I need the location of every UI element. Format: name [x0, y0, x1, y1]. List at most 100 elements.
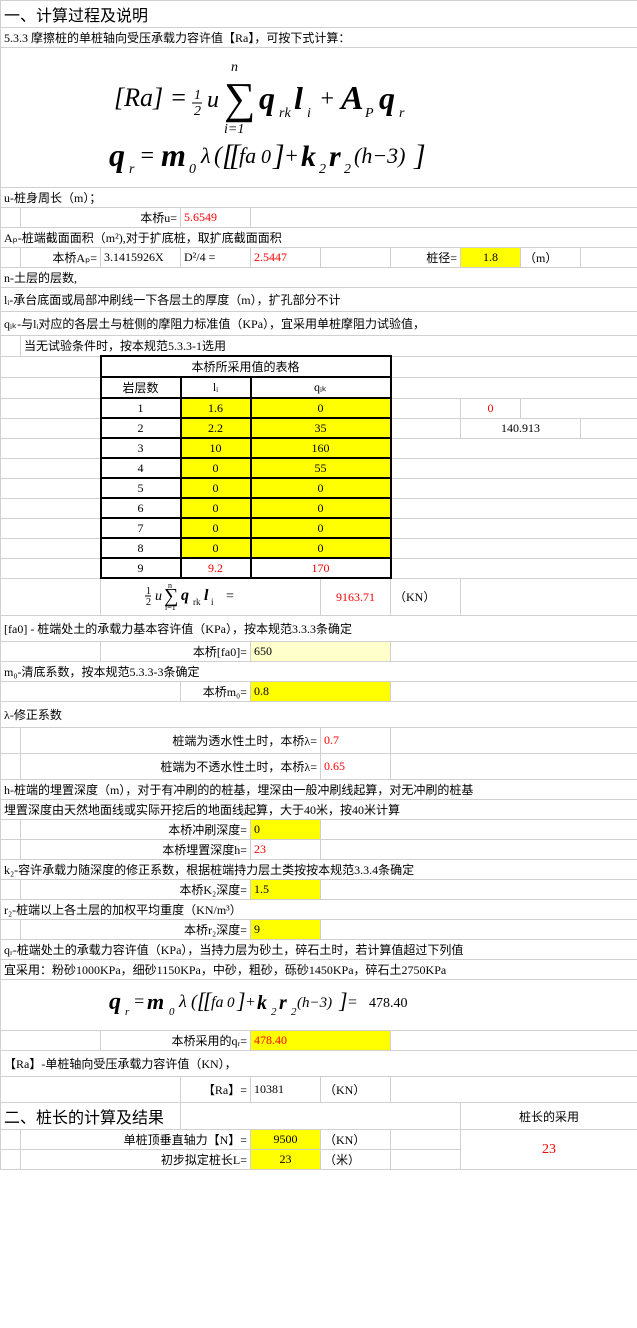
diameter-label: 桩径= — [391, 248, 461, 268]
svg-text:2: 2 — [194, 104, 201, 119]
table-row: 4 — [101, 458, 181, 478]
r2-label: 本桥r₂深度= — [21, 920, 251, 940]
k2-value[interactable]: 1.5 — [251, 880, 321, 900]
qik-definition: qᵢₖ-与lᵢ对应的各层土与桩侧的摩阻力标准值（KPa），宜采用单桩摩阻力试验值… — [1, 312, 637, 336]
n-force-unit: （KN） — [321, 1130, 391, 1150]
depth-label: 本桥埋置深度h= — [21, 840, 251, 860]
ap-formula2: D²/4 = — [181, 248, 251, 268]
svg-text:i=1: i=1 — [224, 122, 244, 137]
qr-definition-2: 宜采用：粉砂1000KPa，细砂1150KPa，中砂，粗砂，砾砂1450KPa，… — [1, 960, 637, 980]
qr-definition-1: qᵣ-桩端处土的承载力容许值（KPa），当持力层为砂土，碎石土时，若计算值超过下… — [1, 940, 637, 960]
qr-used-label: 本桥采用的qᵣ= — [101, 1031, 251, 1051]
diameter-unit: （m） — [521, 248, 581, 268]
u-definition: u-桩身周长（m）； — [1, 188, 637, 208]
svg-text:q: q — [181, 587, 189, 604]
svg-text:2: 2 — [319, 162, 326, 177]
fa0-label: 本桥[fa0]= — [101, 642, 251, 662]
scour-label: 本桥冲刷深度= — [21, 820, 251, 840]
col-rock: 岩层数 — [101, 377, 181, 398]
svg-text:1: 1 — [146, 586, 151, 597]
svg-text:λ: λ — [200, 143, 211, 168]
table-row: 7 — [101, 518, 181, 538]
svg-text:u: u — [207, 87, 219, 113]
u-label: 本桥u= — [21, 208, 181, 228]
lambda-definition: λ-修正系数 — [1, 702, 637, 728]
svg-text:r: r — [129, 162, 135, 177]
table-row: 3 — [101, 438, 181, 458]
ra-label: 【Ra】= — [181, 1077, 251, 1103]
svg-text:r: r — [329, 140, 341, 173]
svg-text:0: 0 — [227, 995, 235, 1011]
qr-used-value[interactable]: 478.40 — [251, 1031, 391, 1051]
final-len-value[interactable]: 23 — [251, 1150, 321, 1170]
svg-text:r: r — [279, 992, 287, 1014]
svg-text:1: 1 — [194, 88, 201, 103]
svg-text:∑: ∑ — [224, 74, 255, 123]
svg-text:+: + — [284, 143, 299, 168]
svg-text:=: = — [139, 143, 155, 169]
n-force-label: 单桩顶垂直轴力【N】= — [21, 1130, 251, 1150]
svg-text:i: i — [307, 106, 311, 121]
r2-value[interactable]: 9 — [251, 920, 321, 940]
ra-definition: 【Ra】-单桩轴向受压承载力容许值（KN）， — [1, 1051, 637, 1077]
svg-text:=: = — [347, 994, 358, 1011]
ap-definition: Aₚ-桩端截面面积（m²),对于扩底桩，取扩底截面面积 — [1, 228, 637, 248]
final-len-label: 初步拟定桩长L= — [21, 1150, 251, 1170]
svg-text:[Ra] =: [Ra] = — [114, 83, 187, 112]
svg-text:i=1: i=1 — [165, 603, 176, 610]
formula-main: [Ra] = 12 u ∑ n i=1 q rk l i + A P q r q… — [1, 48, 637, 188]
svg-text:0: 0 — [261, 146, 271, 168]
svg-text:=: = — [133, 991, 145, 1011]
k2-label: 本桥K₂深度= — [21, 880, 251, 900]
svg-text:]: ] — [272, 139, 285, 172]
side-val-2: 140.913 — [461, 418, 581, 438]
u-value: 5.6549 — [181, 208, 251, 228]
k2-definition: k₂-容许承载力随深度的修正系数，根据桩端持力层土类按按本规范3.3.4条确定 — [1, 860, 637, 880]
n-force-value[interactable]: 9500 — [251, 1130, 321, 1150]
rule-text: 5.3.3 摩擦桩的单桩轴向受压承载力容许值【Ra】，可按下式计算： — [1, 28, 637, 48]
diameter-value[interactable]: 1.8 — [461, 248, 521, 268]
lambda-imperm-label: 桩端为不透水性土时，本桥λ= — [21, 754, 321, 780]
svg-text:fa: fa — [239, 143, 256, 168]
col-qik: qᵢₖ — [251, 377, 391, 398]
h-definition-2: 埋置深度由天然地面线或实际开挖后的地面线起算，大于40米，按40米计算 — [1, 800, 637, 820]
section1-title: 一、计算过程及说明 — [1, 1, 637, 28]
svg-text:q: q — [259, 80, 275, 116]
svg-text:rk: rk — [279, 106, 291, 121]
svg-text:q: q — [109, 989, 121, 1015]
svg-text:rk: rk — [193, 597, 201, 607]
svg-text:m: m — [161, 137, 186, 173]
svg-text:n: n — [168, 581, 172, 590]
svg-text:k: k — [301, 140, 316, 173]
sum-unit: （KN） — [391, 578, 461, 616]
h-definition-1: h-桩端的埋置深度（m），对于有冲刷的的桩基，埋深由一般冲刷线起算，对无冲刷的桩… — [1, 780, 637, 800]
pile-len-adopt-label: 桩长的采用 — [461, 1103, 637, 1130]
lambda-perm-value: 0.7 — [321, 728, 391, 754]
table-row: 9 — [101, 558, 181, 578]
svg-text:0: 0 — [189, 162, 196, 177]
table-row: 8 — [101, 538, 181, 558]
svg-text:=: = — [226, 589, 234, 604]
table-title: 本桥所采用值的表格 — [101, 356, 391, 377]
fa0-value[interactable]: 650 — [251, 642, 391, 662]
r2-definition: r₂-桩端以上各土层的加权平均重度（KN/m³） — [1, 900, 637, 920]
n-definition: n-土层的层数, — [1, 268, 637, 288]
side-val-1: 0 — [461, 398, 521, 418]
svg-text:k: k — [257, 992, 267, 1014]
qr-formula: qr = m0 λ ([[ fa0] + k2 r2 (h−3)] = 478.… — [1, 980, 637, 1031]
scour-value[interactable]: 0 — [251, 820, 321, 840]
ra-unit: （KN） — [321, 1077, 391, 1103]
svg-text:l: l — [204, 587, 209, 604]
svg-text:(h−3): (h−3) — [297, 995, 332, 1011]
svg-text:q: q — [379, 80, 395, 116]
m0-value[interactable]: 0.8 — [251, 682, 391, 702]
table-row: 6 — [101, 498, 181, 518]
svg-text:n: n — [231, 60, 238, 75]
svg-text:2: 2 — [146, 597, 151, 608]
svg-text:P: P — [364, 106, 374, 121]
final-len-unit: （米） — [321, 1150, 391, 1170]
svg-text:(h−3): (h−3) — [354, 143, 406, 168]
m0-label: 本桥m₀= — [181, 682, 251, 702]
section2-title: 二、桩长的计算及结果 — [1, 1103, 181, 1130]
svg-text:r: r — [399, 106, 405, 121]
